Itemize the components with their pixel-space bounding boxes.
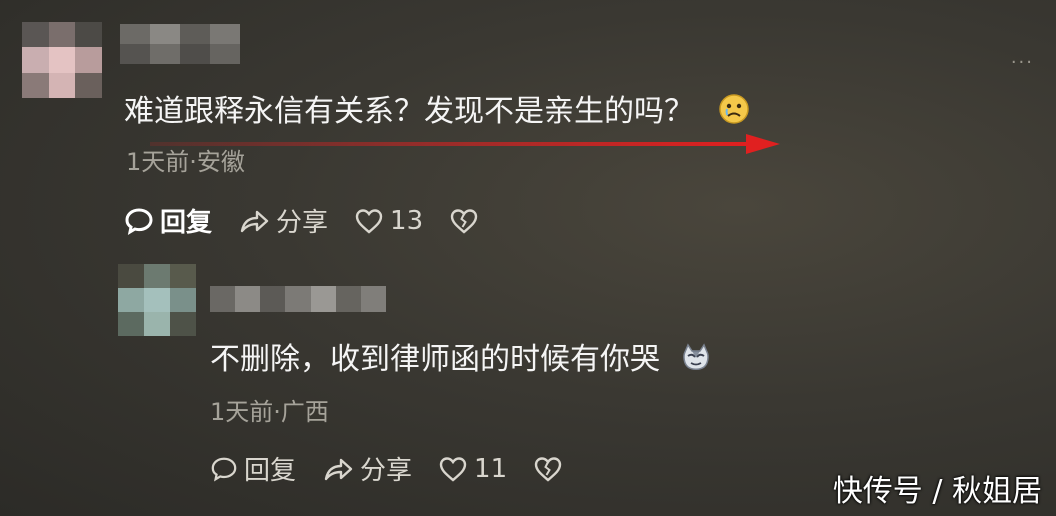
comment-body: 难道跟释永信有关系？发现不是亲生的吗？ [124,94,694,129]
comment-body: 不删除，收到律师函的时候有你哭 [210,342,660,377]
dislike-button[interactable] [449,207,485,235]
cat-emoji [680,342,712,380]
reply-label: 回复 [160,208,213,238]
more-options-icon[interactable]: ··· [1011,52,1034,73]
like-button[interactable]: 13 [354,206,423,236]
comment-bubble-icon [125,207,153,235]
broken-heart-icon [450,208,478,234]
share-button[interactable]: 分享 [238,202,328,239]
dislike-button[interactable] [533,455,569,483]
heart-icon [439,456,467,482]
like-count: 13 [390,205,424,236]
sad-face-emoji [718,93,750,133]
reply-label: 回复 [244,456,297,486]
reply-button[interactable]: 回复 [210,450,296,487]
comment-meta: 1天前·广西 [210,398,329,426]
share-icon [324,458,353,480]
watermark-text: 快传号 / 秋姐居 [832,474,1042,509]
share-label: 分享 [276,208,329,238]
like-count: 11 [474,453,508,484]
share-icon [240,210,269,232]
comment-text: 难道跟释永信有关系？发现不是亲生的吗？ [124,86,750,133]
comment-bubble-icon [211,457,237,482]
comment-actions: 回复 分享 11 [210,450,595,487]
comment-actions: 回复 分享 13 [124,202,511,239]
username[interactable] [120,24,240,64]
username[interactable] [210,286,386,312]
share-button[interactable]: 分享 [322,450,412,487]
like-button[interactable]: 11 [438,454,507,484]
comment-text: 不删除，收到律师函的时候有你哭 [210,334,712,380]
comment-meta: 1天前·安徽 [126,148,245,176]
avatar[interactable] [118,264,196,336]
broken-heart-icon [534,456,562,482]
reply-button[interactable]: 回复 [124,202,212,239]
heart-icon [355,208,383,234]
avatar[interactable] [22,22,102,98]
share-label: 分享 [360,456,413,486]
